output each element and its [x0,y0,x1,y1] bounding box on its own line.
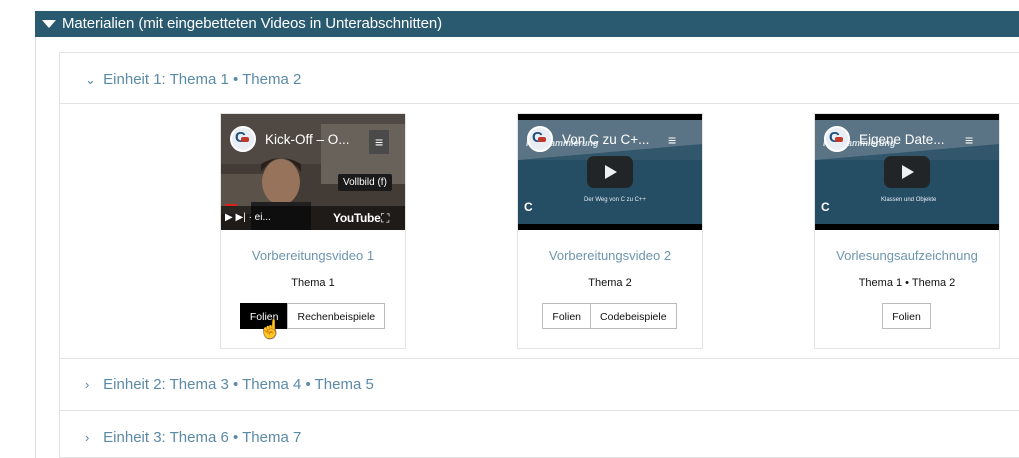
video-player-3[interactable]: Programmierung Klassen und Objekte C C E… [815,114,999,230]
video-card-3: Programmierung Klassen und Objekte C C E… [814,113,1000,349]
chevron-right-icon: › [85,430,90,445]
fullscreen-icon[interactable]: ⛶ [381,211,389,226]
codebeispiele-button[interactable]: Codebeispiele [590,303,677,329]
unit-1-toggle[interactable]: ⌄ Einheit 1: Thema 1 • Thema 2 [85,71,301,88]
button-group-1: Folien Rechenbeispiele [221,303,405,329]
video-card-1: C Kick-Off – O... ≡ Vollbild (f) ▶ ▶| · … [220,113,406,349]
unit-3-toggle[interactable]: › Einheit 3: Thema 6 • Thema 7 [85,429,301,446]
playlist-icon[interactable]: ≡ [965,132,973,148]
unit-3-label[interactable]: Einheit 3: Thema 6 • Thema 7 [103,429,301,446]
channel-logo-icon[interactable]: C [824,126,850,152]
section-header[interactable]: Materialien (mit eingebetteten Videos in… [35,11,1019,37]
slide-subtitle-3: Klassen und Objekte [881,197,937,203]
video-topic-1: Thema 1 [291,277,335,289]
player-chapter-text: · ei... [248,212,271,223]
unit-1-label[interactable]: Einheit 1: Thema 1 • Thema 2 [103,71,301,88]
youtube-logo[interactable]: YouTube [333,211,381,225]
chevron-right-icon: › [85,377,90,392]
unit-2-label[interactable]: Einheit 2: Thema 3 • Thema 4 • Thema 5 [103,376,374,393]
play-icon[interactable]: ▶ [225,212,233,223]
video-title-1[interactable]: Kick-Off – O... [265,132,350,147]
video-topic-3: Thema 1 • Thema 2 [858,277,956,289]
video-card-2: Programmierung Der Weg von C zu C++ C C … [517,113,703,349]
hand-cursor-icon: ☝ [259,319,282,339]
play-button-icon[interactable] [884,156,930,188]
button-group-2: Folien Codebeispiele [518,303,702,329]
player-controls: ▶ ▶| · ei... [225,212,271,223]
channel-watermark-icon: C [821,200,830,214]
video-title-2[interactable]: Von C zu C+... [562,132,649,147]
button-group-3: Folien [815,303,999,329]
video-link-1[interactable]: Vorbereitungsvideo 1 [221,248,405,263]
chevron-down-icon: ⌄ [85,72,96,87]
channel-logo-icon[interactable]: C [527,126,553,152]
section-frame-line [35,37,36,458]
play-button-icon[interactable] [587,156,633,188]
next-icon[interactable]: ▶| [235,212,245,223]
divider [60,103,1019,104]
divider [60,410,1019,411]
divider [60,358,1019,359]
rechenbeispiele-button[interactable]: Rechenbeispiele [287,303,386,329]
playlist-icon[interactable]: ≡ [668,132,676,148]
video-link-3[interactable]: Vorlesungsaufzeichnung [815,248,999,263]
fullscreen-tooltip: Vollbild (f) [338,174,392,191]
video-player-2[interactable]: Programmierung Der Weg von C zu C++ C C … [518,114,702,230]
folien-button[interactable]: Folien [882,303,931,329]
channel-watermark-icon: C [524,200,533,214]
video-player-1[interactable]: C Kick-Off – O... ≡ Vollbild (f) ▶ ▶| · … [221,114,405,230]
folien-button[interactable]: Folien [542,303,592,329]
video-link-2[interactable]: Vorbereitungsvideo 2 [518,248,702,263]
slide-subtitle-2: Der Weg von C zu C++ [584,197,646,203]
channel-logo-icon[interactable]: C [230,126,256,152]
collapse-triangle-icon [42,20,56,28]
unit-2-toggle[interactable]: › Einheit 2: Thema 3 • Thema 4 • Thema 5 [85,376,374,393]
section-title: Materialien (mit eingebetteten Videos in… [62,15,442,32]
video-topic-2: Thema 2 [588,277,632,289]
video-title-3[interactable]: Eigene Date... [859,132,945,147]
playlist-icon[interactable]: ≡ [369,130,390,154]
